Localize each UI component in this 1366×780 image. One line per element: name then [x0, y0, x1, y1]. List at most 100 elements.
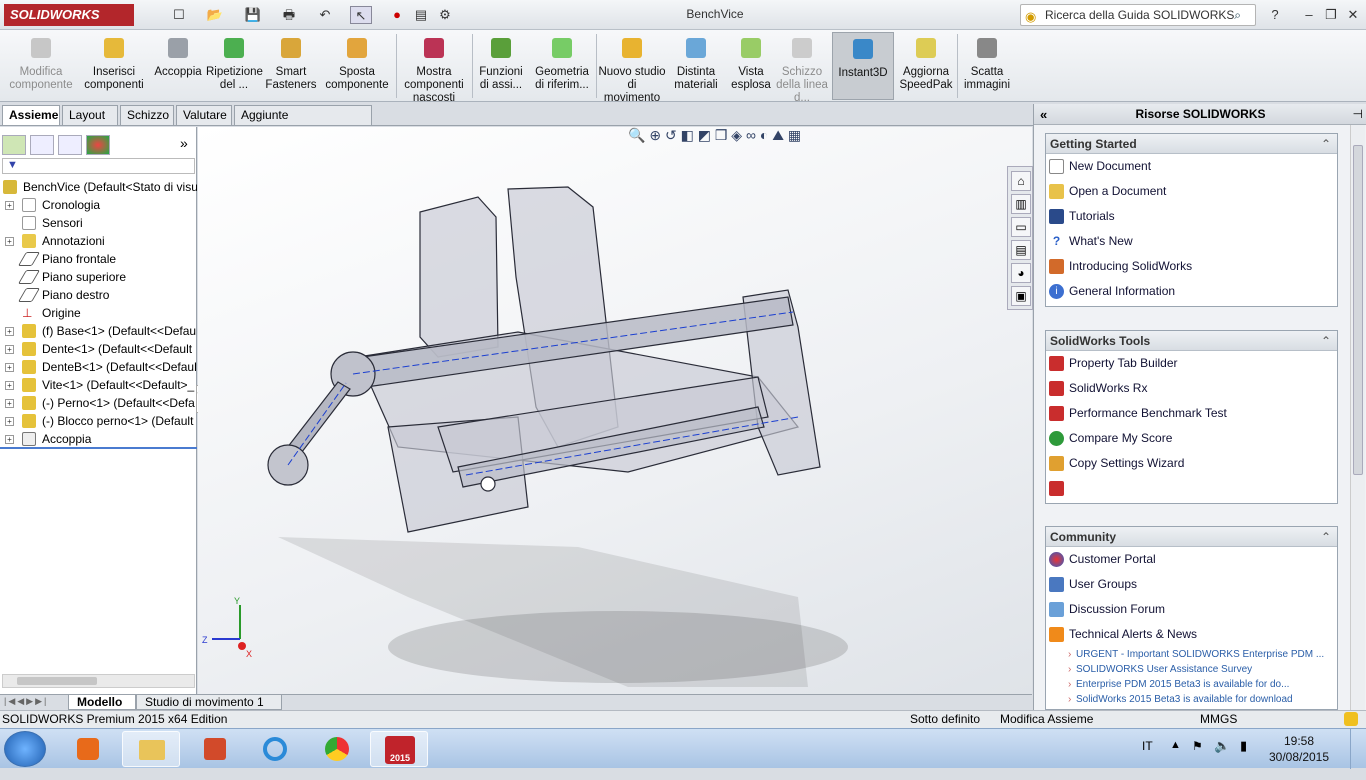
- file-explorer-tab-icon[interactable]: ▭: [1011, 217, 1031, 237]
- rebuild-icon[interactable]: ●: [386, 6, 408, 24]
- office-icon[interactable]: [186, 731, 244, 767]
- feature-tree-tab-icon[interactable]: [2, 135, 26, 155]
- units-selector[interactable]: MMGS: [1200, 711, 1237, 728]
- task-pane-scrollbar[interactable]: [1350, 125, 1365, 710]
- tab-modello[interactable]: Modello: [68, 695, 136, 710]
- new-document-link[interactable]: New Document: [1046, 154, 1337, 179]
- solidworks-icon[interactable]: 2015: [370, 731, 428, 767]
- property-manager-tab-icon[interactable]: [30, 135, 54, 155]
- tree-item-piano-destro[interactable]: Piano destro: [0, 286, 197, 304]
- geometria-riferimento-button[interactable]: Geometria di riferim...: [530, 32, 594, 100]
- tree-item-base[interactable]: + (f) Base<1> (Default<<Defau: [0, 322, 197, 340]
- expand-icon[interactable]: +: [5, 381, 14, 390]
- modifica-componente-button[interactable]: Modifica componente: [2, 32, 80, 100]
- mostra-componenti-button[interactable]: Mostra componenti nascosti: [398, 32, 470, 104]
- home-tab-icon[interactable]: ⌂: [1011, 171, 1031, 191]
- expand-icon[interactable]: +: [5, 327, 14, 336]
- tree-horizontal-scrollbar[interactable]: [2, 674, 195, 688]
- collapse-pane-icon[interactable]: «: [1040, 104, 1047, 125]
- open-document-link[interactable]: Open a Document: [1046, 179, 1337, 204]
- select-icon[interactable]: ↖: [350, 6, 372, 24]
- tab-scroll-arrows-icon[interactable]: |◀◀▶▶|: [4, 696, 48, 707]
- tree-filter-input[interactable]: ▼: [2, 158, 195, 174]
- start-button[interactable]: [4, 731, 46, 767]
- expand-icon[interactable]: +: [5, 399, 14, 408]
- tab-assieme[interactable]: Assieme: [2, 105, 60, 125]
- pin-icon[interactable]: ⊣: [1353, 104, 1363, 125]
- help-icon[interactable]: ?: [1264, 6, 1286, 24]
- tree-item-perno[interactable]: + (-) Perno<1> (Default<<Defa: [0, 394, 197, 412]
- tree-item-denteb[interactable]: + DenteB<1> (Default<<Default: [0, 358, 197, 376]
- media-player-icon[interactable]: [58, 731, 116, 767]
- section-header[interactable]: Community ⌃: [1046, 527, 1337, 547]
- expand-icon[interactable]: +: [5, 345, 14, 354]
- help-search-input[interactable]: ◉ Ricerca della Guida SOLIDWORKS ⌕: [1020, 4, 1256, 26]
- tree-item-sensori[interactable]: Sensori: [0, 214, 197, 232]
- expand-icon[interactable]: +: [5, 201, 14, 210]
- tree-item-benchvice[interactable]: BenchVice (Default<Stato di visu: [0, 178, 197, 196]
- aggiorna-speedpak-button[interactable]: Aggiorna SpeedPak: [896, 32, 956, 100]
- tutorials-link[interactable]: Tutorials: [1046, 204, 1337, 229]
- tree-item-dente[interactable]: + Dente<1> (Default<<Default: [0, 340, 197, 358]
- tree-item-annotazioni[interactable]: + Annotazioni: [0, 232, 197, 250]
- tree-item-piano-frontale[interactable]: Piano frontale: [0, 250, 197, 268]
- distinta-materiali-button[interactable]: Distinta materiali: [668, 32, 724, 100]
- show-desktop-button[interactable]: [1350, 729, 1366, 769]
- file-properties-icon[interactable]: ▤: [410, 6, 432, 24]
- new-icon[interactable]: ☐: [168, 6, 190, 24]
- section-header[interactable]: Getting Started ⌃: [1046, 134, 1337, 154]
- graphics-area[interactable]: 🔍 ⊕ ↺ ◧ ◩ ❒ ◈ ∞ ◐ ⛰ ▦ Y Z X: [198, 127, 1032, 694]
- news-item[interactable]: Enterprise PDM 2015 Beta3 is available f…: [1046, 677, 1337, 692]
- introducing-solidworks-link[interactable]: Introducing SolidWorks: [1046, 254, 1337, 279]
- tray-expand-icon[interactable]: ▲: [1170, 739, 1181, 751]
- chrome-icon[interactable]: [308, 731, 366, 767]
- section-header[interactable]: SolidWorks Tools ⌃: [1046, 331, 1337, 351]
- restore-icon[interactable]: ❐: [1320, 6, 1342, 24]
- solidworks-logo[interactable]: SOLIDWORKS: [4, 4, 134, 26]
- tree-item-origine[interactable]: ⊥ Origine: [0, 304, 197, 322]
- scrollbar-thumb[interactable]: [17, 677, 97, 685]
- custom-properties-tab-icon[interactable]: ▣: [1011, 286, 1031, 306]
- collapse-section-icon[interactable]: ⌃: [1321, 134, 1331, 154]
- collapse-section-icon[interactable]: ⌃: [1321, 331, 1331, 351]
- network-icon[interactable]: ▮: [1240, 738, 1247, 754]
- whats-new-link[interactable]: ? What's New: [1046, 229, 1337, 254]
- tree-item-piano-superiore[interactable]: Piano superiore: [0, 268, 197, 286]
- news-item[interactable]: SolidWorks 2015 Beta3 is available for d…: [1046, 692, 1337, 707]
- sposta-componente-button[interactable]: Sposta componente: [320, 32, 394, 100]
- open-icon[interactable]: 📂: [204, 6, 226, 24]
- copy-settings-wizard-link[interactable]: Copy Settings Wizard: [1046, 451, 1337, 476]
- tree-item-cronologia[interactable]: + Cronologia: [0, 196, 197, 214]
- benchvice-model[interactable]: Y Z X: [198, 127, 1032, 694]
- instant3d-button[interactable]: Instant3D: [832, 32, 894, 100]
- tab-studio-movimento[interactable]: Studio di movimento 1: [136, 695, 282, 710]
- schizzo-linea-button[interactable]: Schizzo della linea d...: [776, 32, 828, 104]
- news-item[interactable]: SOLIDWORKS User Assistance Survey: [1046, 662, 1337, 677]
- scrollbar-thumb[interactable]: [1353, 145, 1363, 475]
- news-item[interactable]: URGENT - Important SOLIDWORKS Enterprise…: [1046, 647, 1337, 662]
- flag-icon[interactable]: ⚑: [1192, 739, 1203, 753]
- tab-layout[interactable]: Layout: [62, 105, 118, 125]
- user-groups-link[interactable]: User Groups: [1046, 572, 1337, 597]
- funzioni-assieme-button[interactable]: Funzioni di assi...: [474, 32, 528, 100]
- clock[interactable]: 19:58 30/08/2015: [1266, 733, 1332, 765]
- tools-extra-link[interactable]: [1046, 476, 1337, 501]
- view-palette-tab-icon[interactable]: ▤: [1011, 240, 1031, 260]
- save-icon[interactable]: 💾: [242, 6, 264, 24]
- expand-icon[interactable]: +: [5, 237, 14, 246]
- tree-item-blocco-perno[interactable]: + (-) Blocco perno<1> (Default: [0, 412, 197, 430]
- appearances-tab-icon[interactable]: ◕: [1011, 263, 1031, 283]
- collapse-section-icon[interactable]: ⌃: [1321, 527, 1331, 547]
- expand-icon[interactable]: +: [5, 417, 14, 426]
- expand-icon[interactable]: +: [5, 363, 14, 372]
- print-icon[interactable]: 🖶: [278, 6, 300, 24]
- tab-aggiunte[interactable]: Aggiunte SOLIDWORKS: [234, 105, 372, 140]
- expand-icon[interactable]: +: [5, 435, 14, 444]
- volume-icon[interactable]: 🔈: [1214, 738, 1230, 754]
- design-library-tab-icon[interactable]: ▥: [1011, 194, 1031, 214]
- minimize-icon[interactable]: –: [1298, 6, 1320, 24]
- undo-icon[interactable]: ↶: [314, 6, 336, 24]
- smart-fasteners-button[interactable]: Smart Fasteners: [262, 32, 320, 100]
- scatta-immagini-button[interactable]: Scatta immagini: [959, 32, 1015, 100]
- discussion-forum-link[interactable]: Discussion Forum: [1046, 597, 1337, 622]
